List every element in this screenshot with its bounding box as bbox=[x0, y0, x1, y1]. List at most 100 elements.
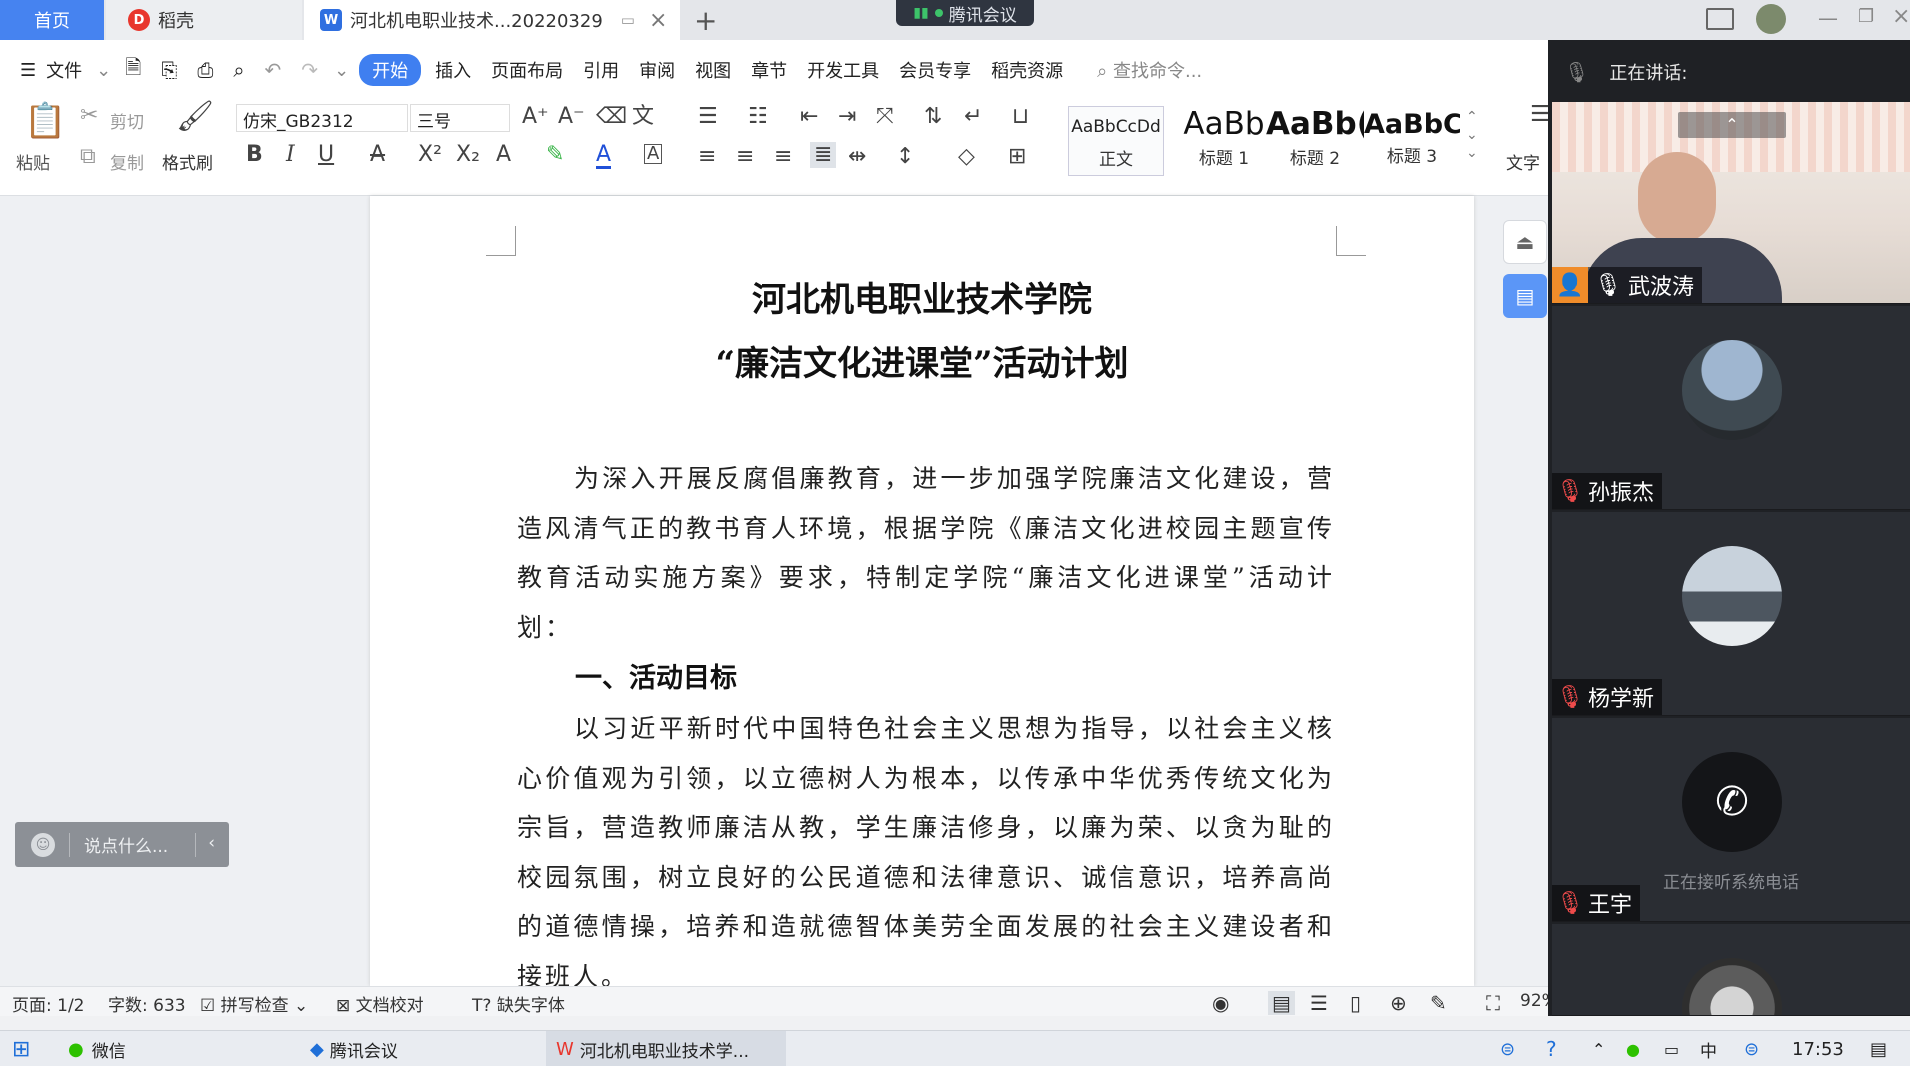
decrease-indent-icon[interactable]: ⇤ bbox=[800, 106, 818, 128]
text-effect-icon[interactable]: A bbox=[496, 144, 511, 166]
borders-icon[interactable]: ⊞ bbox=[1008, 146, 1026, 168]
show-marks-icon[interactable]: ↵ bbox=[964, 106, 982, 128]
align-right-icon[interactable]: ≡ bbox=[774, 146, 792, 168]
fit-page-icon[interactable]: ⛶ bbox=[1486, 991, 1500, 1015]
layout-toggle-icon[interactable] bbox=[1706, 8, 1734, 30]
wechat-tray-icon[interactable]: ● bbox=[1626, 1031, 1640, 1066]
chevron-down-icon[interactable]: ⌄ bbox=[92, 60, 115, 81]
print-icon[interactable]: ⎙ bbox=[187, 58, 223, 82]
copy-icon[interactable]: ⧉ bbox=[80, 146, 96, 168]
doc-assistant-icon[interactable]: ▤ bbox=[1503, 274, 1547, 318]
tab-stops-icon[interactable]: ⊔ bbox=[1012, 106, 1029, 128]
copy-button[interactable]: 复制 bbox=[110, 149, 144, 174]
meeting-indicator[interactable]: ▮▮ 腾讯会议 bbox=[896, 0, 1034, 26]
tab-daoke[interactable]: D 稻壳 bbox=[106, 0, 302, 40]
menu-page-layout[interactable]: 页面布局 bbox=[481, 57, 573, 83]
restore-icon[interactable]: ❐ bbox=[1858, 6, 1874, 27]
tab-home[interactable]: 首页 bbox=[0, 0, 104, 40]
collapse-video-icon[interactable]: ⌃ bbox=[1678, 112, 1786, 138]
command-search[interactable]: ⌕ 查找命令... bbox=[1087, 57, 1212, 83]
clear-format-icon[interactable]: ⌫ bbox=[596, 106, 627, 128]
help-icon[interactable]: ? bbox=[1546, 1031, 1557, 1066]
style-heading-1[interactable]: AaBb 标题 1 bbox=[1180, 106, 1268, 176]
menu-review[interactable]: 审阅 bbox=[629, 57, 685, 83]
shading-icon[interactable]: ◇ bbox=[958, 146, 975, 168]
char-border-icon[interactable]: A bbox=[644, 144, 663, 164]
proofread-button[interactable]: ⊠ 文档校对 bbox=[336, 991, 424, 1016]
new-tab-icon[interactable]: + bbox=[694, 4, 717, 37]
cut-icon[interactable]: ✂ bbox=[80, 105, 98, 127]
save-icon[interactable]: 🗎 bbox=[115, 53, 151, 87]
writing-mode-icon[interactable]: ✎ bbox=[1430, 991, 1447, 1015]
taskbar-app-wps[interactable]: W 河北机电职业技术学... bbox=[546, 1031, 786, 1066]
participant-tile[interactable]: 🎙 孙振杰 bbox=[1552, 306, 1910, 510]
font-name-select[interactable]: 仿宋_GB2312 bbox=[236, 104, 408, 132]
cut-button[interactable]: 剪切 bbox=[110, 108, 144, 133]
format-painter-button[interactable]: 格式刷 bbox=[162, 149, 213, 174]
menu-start[interactable]: 开始 bbox=[359, 54, 422, 86]
tab-document[interactable]: W 河北机电职业技术...20220329 ▭ × bbox=[304, 0, 680, 40]
italic-icon[interactable]: I bbox=[286, 144, 295, 166]
highlight-icon[interactable]: ✎ bbox=[546, 144, 564, 166]
justify-icon[interactable]: ≣ bbox=[810, 142, 837, 168]
minimize-icon[interactable]: — bbox=[1818, 6, 1838, 30]
align-center-icon[interactable]: ≡ bbox=[736, 146, 754, 168]
collapse-panel-icon[interactable]: ⏏ bbox=[1503, 220, 1547, 264]
missing-fonts-button[interactable]: T? 缺失字体 bbox=[472, 991, 565, 1016]
close-window-icon[interactable]: × bbox=[1892, 4, 1910, 29]
clock[interactable]: 17:53 bbox=[1792, 1031, 1844, 1066]
quick-access-chevron-icon[interactable]: ⌄ bbox=[328, 60, 355, 81]
participant-tile-video[interactable]: ⌃ 👤 🎙 武波涛 bbox=[1552, 102, 1910, 304]
status-word-count[interactable]: 字数: 633 bbox=[108, 991, 186, 1016]
align-left-icon[interactable]: ≡ bbox=[698, 146, 716, 168]
grow-font-icon[interactable]: A⁺ bbox=[522, 106, 549, 128]
participant-tile[interactable]: 🎙 杨学新 bbox=[1552, 512, 1910, 716]
menu-membership[interactable]: 会员专享 bbox=[889, 57, 981, 83]
taskbar-app-tencent-meeting[interactable]: ◆ 腾讯会议 bbox=[310, 1031, 540, 1066]
undo-icon[interactable]: ↶ bbox=[255, 58, 292, 82]
keyboard-icon[interactable]: ▭ bbox=[1664, 1031, 1679, 1066]
collapse-chevron-icon[interactable]: ‹ bbox=[195, 832, 229, 857]
page-view-icon[interactable]: ▤ bbox=[1268, 991, 1295, 1015]
format-painter-icon[interactable]: 🖌 bbox=[176, 102, 214, 132]
shrink-font-icon[interactable]: A⁻ bbox=[558, 106, 585, 128]
strikethrough-icon[interactable]: A bbox=[370, 144, 385, 166]
superscript-icon[interactable]: X² bbox=[418, 144, 442, 166]
spellcheck-toggle[interactable]: ☑ 拼写检查 ⌄ bbox=[200, 991, 308, 1016]
style-heading-3[interactable]: AaBbC 标题 3 bbox=[1364, 106, 1460, 176]
font-size-select[interactable]: 三号 bbox=[410, 104, 510, 132]
sogou-ime-icon[interactable]: ⊜ bbox=[1744, 1031, 1759, 1066]
menu-daoke-resources[interactable]: 稻壳资源 bbox=[981, 57, 1073, 83]
windows-start-icon[interactable]: ⊞ bbox=[12, 1031, 30, 1066]
redo-icon[interactable]: ↷ bbox=[291, 58, 328, 82]
print-preview-icon[interactable]: ⌕ bbox=[223, 58, 254, 82]
paste-icon[interactable]: 📋 bbox=[24, 104, 66, 138]
comment-input[interactable]: ☺ 说点什么... ‹ bbox=[15, 822, 229, 867]
web-view-icon[interactable]: ⊕ bbox=[1390, 991, 1407, 1015]
tab-close-icon[interactable]: × bbox=[649, 8, 667, 33]
style-normal[interactable]: AaBbCcDd 正文 bbox=[1068, 106, 1164, 176]
text-tool-button[interactable]: 文字 bbox=[1506, 149, 1540, 174]
zoom-level[interactable]: 92% bbox=[1520, 991, 1548, 1011]
increase-indent-icon[interactable]: ⇥ bbox=[838, 106, 856, 128]
status-page[interactable]: 页面: 1/2 bbox=[12, 991, 85, 1016]
menu-view[interactable]: 视图 bbox=[685, 57, 741, 83]
font-color-icon[interactable]: A bbox=[596, 144, 612, 169]
tab-monitor-icon[interactable]: ▭ bbox=[621, 11, 635, 29]
ime-tray-icon[interactable]: ⊜ bbox=[1500, 1031, 1515, 1066]
outline-view-icon[interactable]: ☰ bbox=[1310, 991, 1328, 1015]
participant-tile[interactable]: ✆ 正在接听系统电话 🎙 王宇 bbox=[1552, 718, 1910, 922]
bullets-icon[interactable]: ☰ bbox=[698, 106, 718, 128]
style-heading-2[interactable]: AaBb( 标题 2 bbox=[1266, 106, 1364, 176]
subscript-icon[interactable]: X₂ bbox=[456, 144, 480, 166]
reading-view-icon[interactable]: ▯ bbox=[1350, 991, 1361, 1015]
tray-expand-icon[interactable]: ⌃ bbox=[1592, 1031, 1605, 1066]
ime-mode[interactable]: 中 bbox=[1700, 1031, 1717, 1066]
phonetic-guide-icon[interactable]: 文 bbox=[632, 106, 654, 128]
emoji-icon[interactable]: ☺ bbox=[31, 832, 55, 857]
paste-button[interactable]: 粘贴 bbox=[16, 149, 50, 174]
numbering-icon[interactable]: ☷ bbox=[748, 106, 768, 128]
notification-icon[interactable]: ▤ bbox=[1870, 1031, 1887, 1066]
menu-insert[interactable]: 插入 bbox=[425, 57, 481, 83]
menu-references[interactable]: 引用 bbox=[573, 57, 629, 83]
